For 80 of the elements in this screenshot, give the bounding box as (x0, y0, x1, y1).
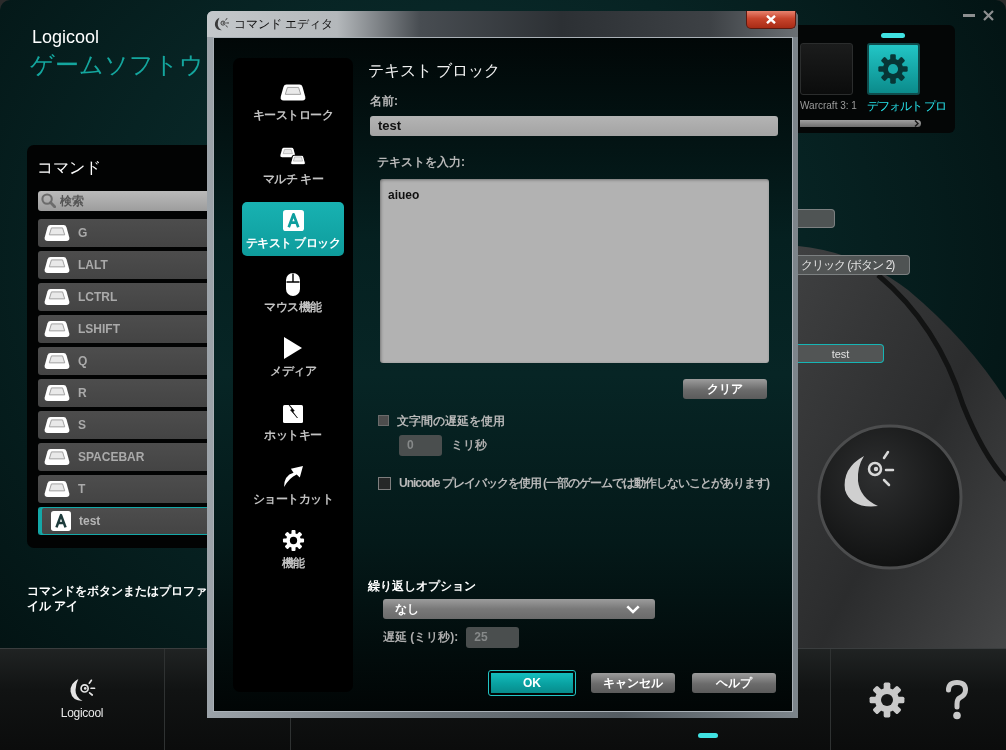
clear-button[interactable]: クリア (683, 379, 767, 399)
mouse-icon (286, 272, 300, 296)
indicator-light (698, 733, 718, 738)
repeat-dropdown[interactable]: なし (383, 599, 655, 619)
assignment-field[interactable]: クリック (ボタン 2) (798, 255, 910, 275)
field-label: 遅延 (ミリ秒): (383, 629, 459, 646)
assignment-field[interactable] (798, 209, 835, 228)
panel-title: コマンド (37, 158, 101, 178)
category-tab[interactable]: キーストローク (242, 74, 344, 128)
letter-tile-icon (282, 209, 304, 231)
assignment-field[interactable]: test (798, 344, 884, 363)
close-button[interactable] (746, 11, 796, 29)
search-field[interactable]: 検索 (38, 191, 207, 211)
dialog-button[interactable]: ヘルプ (692, 673, 776, 693)
command-item[interactable]: T (38, 475, 207, 503)
command-item[interactable]: test (38, 507, 207, 535)
scrollbar[interactable] (800, 120, 921, 127)
keycap-icon (44, 352, 70, 370)
close-icon (766, 15, 776, 24)
field-label: テキストを入力: (377, 155, 465, 169)
minimize-icon (963, 14, 975, 17)
unit-label: ミリ秒 (451, 437, 487, 454)
category-tab[interactable]: ホットキー (242, 394, 344, 448)
profile-name: Warcraft 3: 1 (800, 99, 857, 113)
letter-tile-icon (51, 511, 71, 531)
name-field[interactable]: test (370, 116, 778, 136)
keycap-icon (44, 256, 70, 274)
command-item[interactable]: SPACEBAR (38, 443, 207, 471)
category-tab[interactable]: テキスト ブロック (242, 202, 344, 256)
close-button[interactable] (983, 10, 994, 21)
category-tab[interactable]: マウス機能 (242, 266, 344, 320)
curved-arrow-icon (283, 465, 303, 487)
section-heading: テキスト ブロック (368, 61, 501, 81)
keycap-icon (44, 416, 70, 434)
command-item[interactable]: LCTRL (38, 283, 207, 311)
product-title: ゲームソフトウ (30, 50, 204, 80)
text-area[interactable]: aiueo (380, 179, 769, 363)
search-icon (41, 193, 56, 208)
hint-text: コマンドをボタンまたはプロファイル アイ (27, 584, 207, 614)
keycap-icon (44, 480, 70, 498)
gear-icon (281, 528, 305, 552)
category-tab[interactable]: ショートカット (242, 458, 344, 512)
close-icon (983, 10, 994, 21)
category-tab[interactable]: 機能 (242, 522, 344, 576)
indicator-light (881, 33, 906, 38)
checkbox[interactable] (378, 476, 391, 490)
brand-name: Logicool (32, 26, 100, 48)
section-label: 繰り返しオプション (368, 579, 476, 593)
command-item[interactable]: LSHIFT (38, 315, 207, 343)
field-label: 名前: (370, 94, 398, 108)
settings-icon[interactable] (868, 680, 906, 719)
category-tab[interactable]: メディア (242, 330, 344, 384)
help-icon[interactable] (945, 679, 969, 720)
profile-name: デフォルト プロ (866, 99, 947, 113)
keycap-icon (44, 448, 70, 466)
keycap-icon (44, 288, 70, 306)
keycap-icon (44, 384, 70, 402)
checkbox-label: 文字間の遅延を使用 (397, 413, 505, 428)
profile-tile[interactable] (866, 43, 920, 95)
gear-icon (877, 53, 910, 85)
category-tab[interactable]: マルチ キー (242, 138, 344, 192)
window-title: コマンド エディタ (234, 17, 334, 31)
keycap-icon (44, 320, 70, 338)
command-item[interactable]: G (38, 219, 207, 247)
command-item[interactable]: LALT (38, 251, 207, 279)
profile-tile[interactable] (800, 43, 853, 95)
command-item[interactable]: S (38, 411, 207, 439)
logo-icon (214, 17, 229, 31)
checkbox-label: Unicode プレイバックを使用 (一部のゲームでは動作しないことがあります) (399, 476, 769, 490)
keycap-icon (280, 83, 306, 101)
keycap-icon (44, 224, 70, 242)
command-item[interactable]: R (38, 379, 207, 407)
ok-button[interactable]: OK (488, 670, 576, 696)
keycap-pair-icon (280, 146, 306, 166)
play-icon (284, 337, 302, 359)
chevron-down-icon (626, 604, 640, 614)
chevron-right-icon (914, 120, 919, 127)
dialog-button[interactable]: キャンセル (591, 673, 675, 693)
command-item[interactable]: Q (38, 347, 207, 375)
brand-name: Logicool (60, 706, 104, 720)
